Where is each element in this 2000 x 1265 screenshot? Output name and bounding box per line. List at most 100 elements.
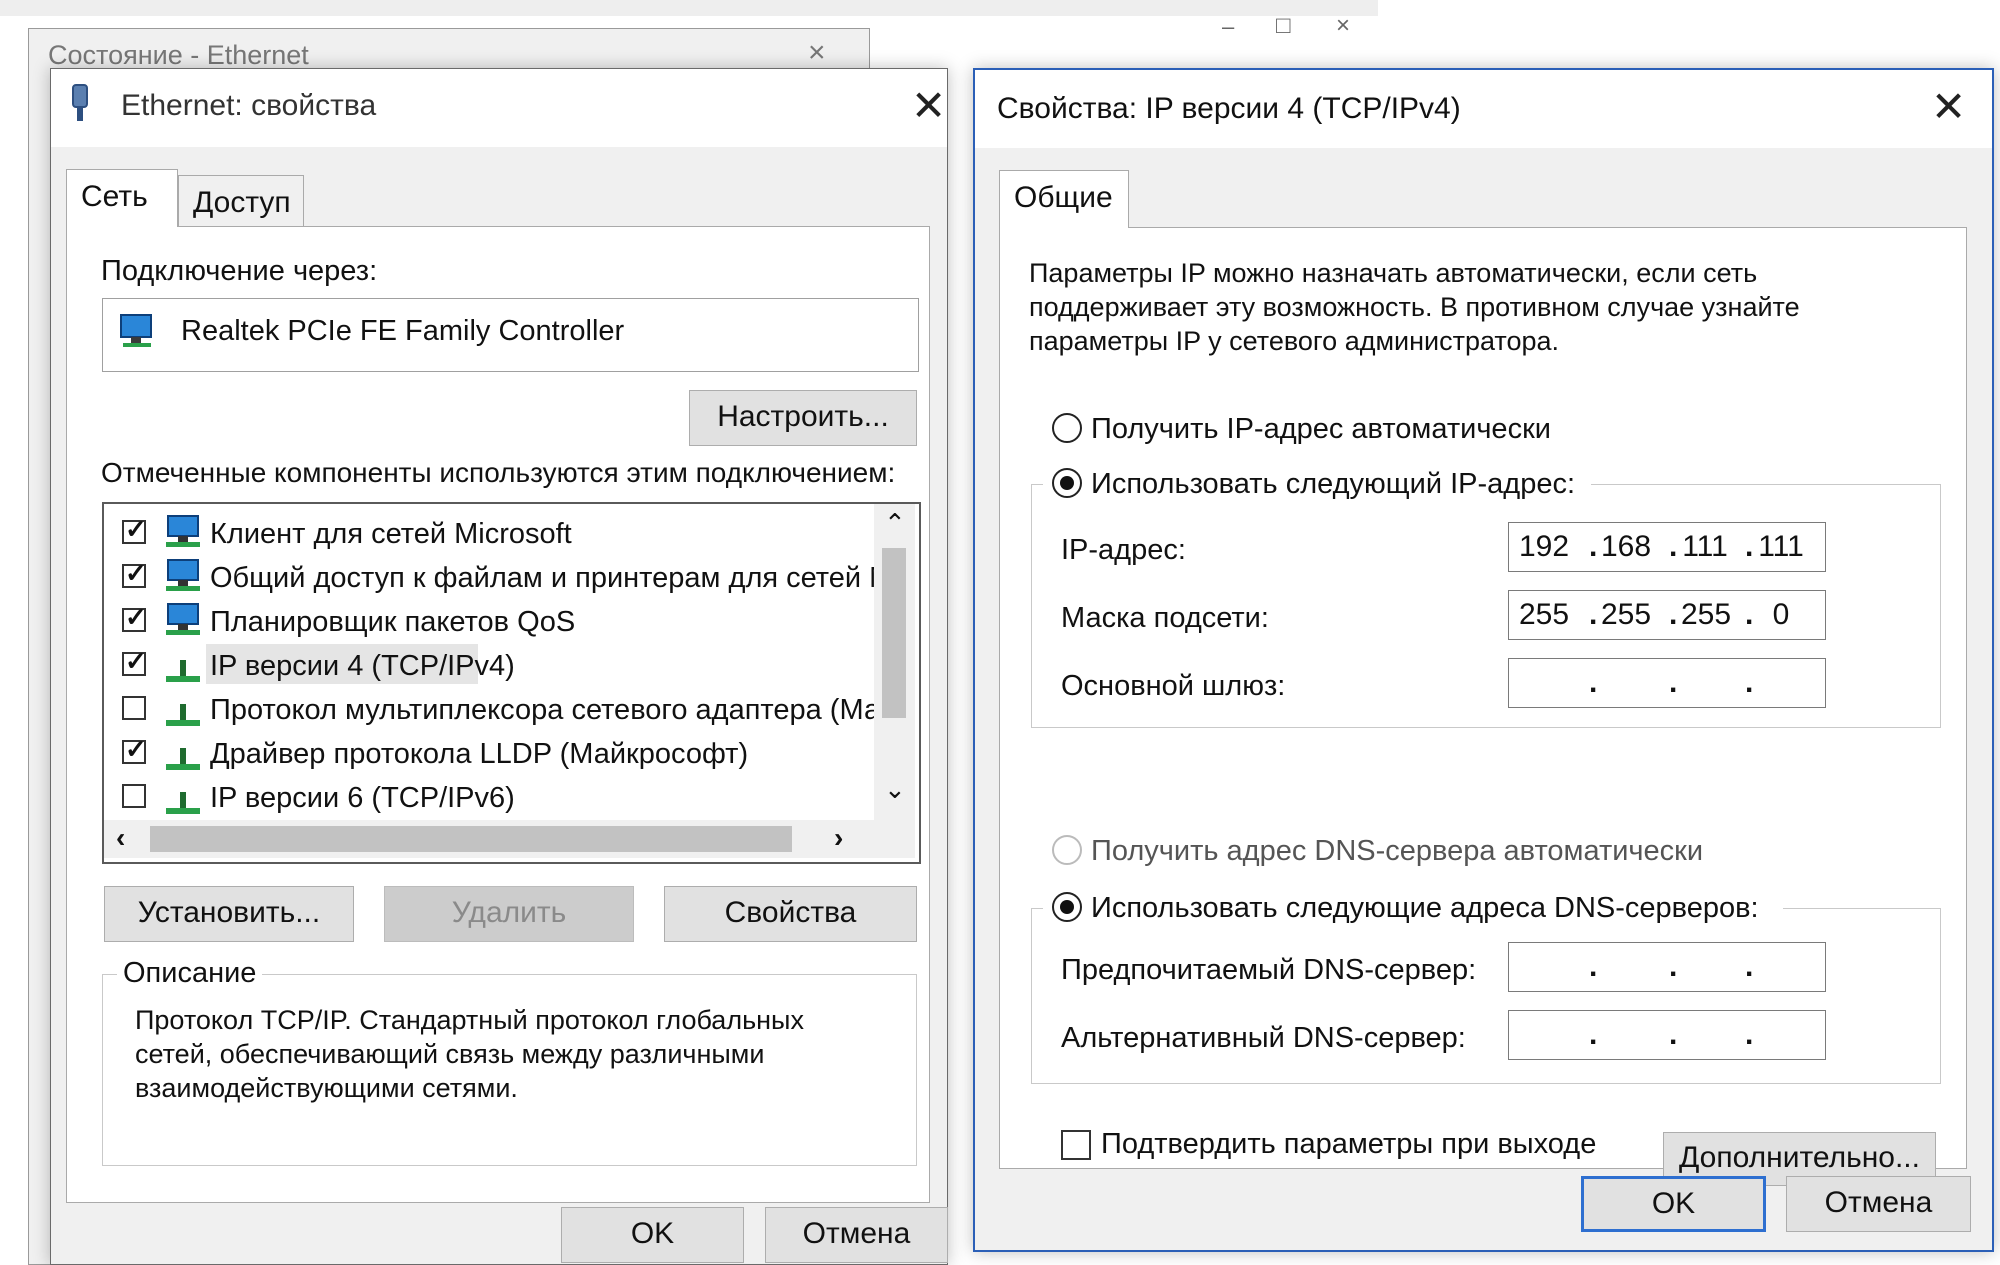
description-text: Протокол TCP/IP. Стандартный протокол гл… (135, 1003, 804, 1105)
network-client-icon (166, 515, 200, 547)
manual-ip-radio[interactable] (1052, 468, 1082, 498)
properties-button[interactable]: Свойства (664, 886, 917, 942)
list-item[interactable]: IP версии 6 (TCP/IPv6) (104, 776, 864, 820)
ip-octet: 255 (1519, 598, 1570, 631)
ip-octet: 111 (1682, 530, 1728, 563)
component-checkbox[interactable]: ✓ (122, 604, 147, 632)
adapter-box: Realtek PCIe FE Family Controller (102, 298, 919, 372)
configure-button[interactable]: Настроить... (689, 390, 917, 446)
description-label: Описание (117, 957, 263, 990)
install-button[interactable]: Установить... (104, 886, 354, 942)
protocol-icon (166, 792, 200, 814)
ipv4-ok-button[interactable]: OK (1581, 1176, 1766, 1232)
background-strip (0, 0, 1378, 16)
component-checkbox[interactable] (122, 696, 146, 720)
component-label: Общий доступ к файлам и принтерам для се… (210, 562, 900, 594)
component-checkbox[interactable]: ✓ (122, 736, 147, 764)
network-client-icon (166, 603, 200, 635)
validate-on-exit-checkbox[interactable] (1061, 1130, 1091, 1160)
ethernet-dialog-titlebar: Ethernet: свойства ✕ (51, 69, 947, 147)
vertical-scroll-thumb[interactable] (882, 548, 906, 718)
ipv4-dialog-close-icon[interactable]: ✕ (1931, 86, 1966, 128)
ipv4-properties-dialog: Свойства: IP версии 4 (TCP/IPv4) ✕ Общие… (973, 68, 1994, 1252)
gateway-field[interactable]: . . . (1508, 658, 1826, 708)
ipv4-dialog-titlebar: Свойства: IP версии 4 (TCP/IPv4) ✕ (975, 70, 1992, 148)
component-label: IP версии 6 (TCP/IPv6) (210, 782, 515, 814)
background-minimize-button[interactable]: – (1222, 14, 1234, 40)
ip-address-field[interactable]: 192 . 168 . 111 . 111 (1508, 522, 1826, 572)
scroll-down-icon[interactable]: ⌄ (884, 774, 906, 805)
intro-line: поддерживает эту возможность. В противно… (1029, 292, 1800, 322)
ethernet-cancel-button[interactable]: Отмена (765, 1207, 948, 1263)
tab-general[interactable]: Общие (999, 170, 1129, 228)
ip-octet: 255 (1601, 598, 1652, 631)
preferred-dns-field[interactable]: . . . (1508, 942, 1826, 992)
component-checkbox[interactable]: ✓ (122, 648, 147, 676)
auto-dns-radio[interactable] (1052, 835, 1082, 865)
description-line: Протокол TCP/IP. Стандартный протокол гл… (135, 1005, 804, 1035)
ipv4-cancel-button[interactable]: Отмена (1786, 1176, 1971, 1232)
component-checkbox[interactable] (122, 784, 146, 808)
ethernet-dialog-title: Ethernet: свойства (121, 89, 377, 122)
subnet-mask-label: Маска подсети: (1061, 602, 1269, 634)
components-list[interactable]: ✓ Клиент для сетей Microsoft ✓ Общий дос… (102, 502, 921, 864)
description-line: сетей, обеспечивающий связь между различ… (135, 1039, 765, 1069)
ipv4-dialog-title: Свойства: IP версии 4 (TCP/IPv4) (997, 92, 1461, 125)
list-item[interactable]: Протокол мультиплексора сетевого адаптер… (104, 688, 896, 732)
manual-ip-label[interactable]: Использовать следующий IP-адрес: (1091, 468, 1575, 501)
auto-ip-radio[interactable] (1052, 413, 1082, 443)
intro-line: параметры IP у сетевого администратора. (1029, 326, 1560, 356)
ip-octet: 192 (1519, 530, 1570, 563)
auto-ip-label[interactable]: Получить IP-адрес автоматически (1091, 413, 1551, 446)
alternate-dns-label: Альтернативный DNS-сервер: (1061, 1022, 1466, 1054)
alternate-dns-field[interactable]: . . . (1508, 1010, 1826, 1060)
uninstall-button[interactable]: Удалить (384, 886, 634, 942)
protocol-icon (166, 748, 200, 770)
component-label: Драйвер протокола LLDP (Майкрософт) (210, 738, 749, 770)
gateway-label: Основной шлюз: (1061, 670, 1286, 702)
tab-sharing[interactable]: Доступ (178, 175, 304, 227)
component-label: Планировщик пакетов QoS (210, 606, 576, 638)
connect-using-label: Подключение через: (101, 255, 378, 287)
ethernet-properties-dialog: Ethernet: свойства ✕ Сеть Доступ Подключ… (50, 68, 948, 1265)
list-item-selected[interactable]: ✓ IP версии 4 (TCP/IPv4) (104, 644, 864, 688)
description-line: взаимодействующими сетями. (135, 1073, 518, 1103)
list-item[interactable]: ✓ Клиент для сетей Microsoft (104, 512, 864, 556)
list-item[interactable]: ✓ Планировщик пакетов QoS (104, 600, 864, 644)
list-item[interactable]: ✓ Общий доступ к файлам и принтерам для … (104, 556, 900, 600)
horizontal-scrollbar[interactable]: ‹ › (104, 820, 915, 858)
validate-on-exit-label[interactable]: Подтвердить параметры при выходе (1101, 1128, 1596, 1161)
manual-dns-label[interactable]: Использовать следующие адреса DNS-сервер… (1091, 892, 1759, 925)
component-checkbox[interactable]: ✓ (122, 516, 147, 544)
scroll-left-icon[interactable]: ‹ (116, 822, 125, 854)
ethernet-dialog-close-icon[interactable]: ✕ (911, 85, 946, 127)
background-maximize-button[interactable]: □ (1276, 12, 1291, 40)
ip-octet: 0 (1772, 598, 1790, 631)
ip-octet: 111 (1758, 530, 1804, 563)
ip-octet: 255 (1681, 598, 1732, 631)
background-window-close[interactable]: × (808, 36, 826, 70)
scroll-right-icon[interactable]: › (834, 822, 843, 854)
horizontal-scroll-thumb[interactable] (150, 826, 792, 852)
intro-text: Параметры IP можно назначать автоматичес… (1029, 256, 1800, 358)
component-label: IP версии 4 (TCP/IPv4) (210, 650, 515, 682)
manual-dns-radio[interactable] (1052, 892, 1082, 922)
component-label: Протокол мультиплексора сетевого адаптер… (210, 694, 897, 726)
ethernet-ok-button[interactable]: OK (561, 1207, 744, 1263)
scroll-up-icon[interactable]: ⌃ (884, 508, 906, 539)
vertical-scrollbar[interactable]: ⌃ ⌄ (874, 504, 915, 820)
tab-network[interactable]: Сеть (66, 169, 178, 227)
auto-dns-label[interactable]: Получить адрес DNS-сервера автоматически (1091, 835, 1703, 868)
component-checkbox[interactable]: ✓ (122, 560, 147, 588)
list-item[interactable]: ✓ Драйвер протокола LLDP (Майкрософт) (104, 732, 864, 776)
component-label: Клиент для сетей Microsoft (210, 518, 572, 550)
components-label: Отмеченные компоненты используются этим … (101, 457, 896, 488)
ethernet-plug-icon (72, 84, 88, 121)
ip-octet: 168 (1601, 530, 1652, 563)
protocol-icon (166, 660, 200, 682)
ip-address-label: IP-адрес: (1061, 534, 1186, 566)
background-close-button[interactable]: × (1336, 12, 1350, 40)
subnet-mask-field[interactable]: 255 . 255 . 255 . 0 (1508, 590, 1826, 640)
adapter-name: Realtek PCIe FE Family Controller (181, 315, 625, 347)
network-adapter-icon (120, 314, 152, 347)
